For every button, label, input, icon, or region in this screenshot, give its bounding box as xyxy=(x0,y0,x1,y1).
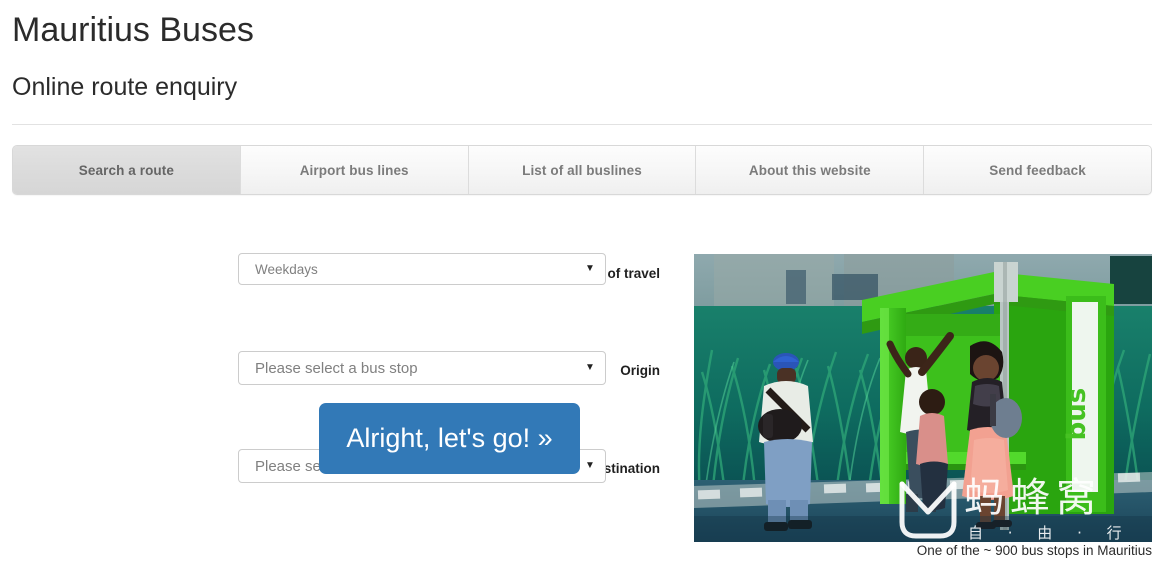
tab-airport-bus-lines[interactable]: Airport bus lines xyxy=(240,146,469,194)
svg-text:bus: bus xyxy=(1062,388,1092,441)
tab-label: Search a route xyxy=(78,162,174,178)
chevron-down-icon: ▼ xyxy=(585,460,595,471)
day-of-travel-select[interactable]: Weekdays ▼ xyxy=(238,253,606,285)
page-title: Mauritius Buses xyxy=(12,11,254,49)
form-row-destination: Destination Please select a bus stop ▼ xyxy=(0,351,660,483)
bus-stop-photo-illustration: bus xyxy=(694,254,1152,542)
bus-stop-photo: bus 蚂蜂窝 自 · 由 · 行 xyxy=(694,254,1152,542)
chevron-down-icon: ▼ xyxy=(585,263,595,274)
tab-send-feedback[interactable]: Send feedback xyxy=(924,146,1151,194)
tab-label: About this website xyxy=(748,162,871,178)
route-search-form: Day of travel Weekdays ▼ Origin Please s… xyxy=(0,253,660,483)
tab-bar: Search a route Airport bus lines List of… xyxy=(12,145,1152,195)
day-of-travel-value: Weekdays xyxy=(255,261,318,277)
tab-label: List of all buslines xyxy=(522,162,642,178)
submit-search-button[interactable]: Alright, let's go! » xyxy=(319,403,580,474)
tab-label: Airport bus lines xyxy=(299,162,409,178)
page-root: Mauritius Buses Online route enquiry Sea… xyxy=(0,0,1163,562)
photo-caption: One of the ~ 900 bus stops in Mauritius xyxy=(916,543,1152,558)
header-divider xyxy=(12,124,1152,125)
tab-about-this-website[interactable]: About this website xyxy=(696,146,925,194)
tab-search-a-route[interactable]: Search a route xyxy=(13,146,241,194)
page-subtitle: Online route enquiry xyxy=(12,73,238,101)
form-row-day-of-travel: Day of travel Weekdays ▼ xyxy=(0,253,660,302)
form-row-origin: Origin Please select a bus stop ▼ xyxy=(0,302,660,385)
tab-list-of-all-buslines[interactable]: List of all buslines xyxy=(468,146,697,194)
tab-label: Send feedback xyxy=(989,162,1086,178)
